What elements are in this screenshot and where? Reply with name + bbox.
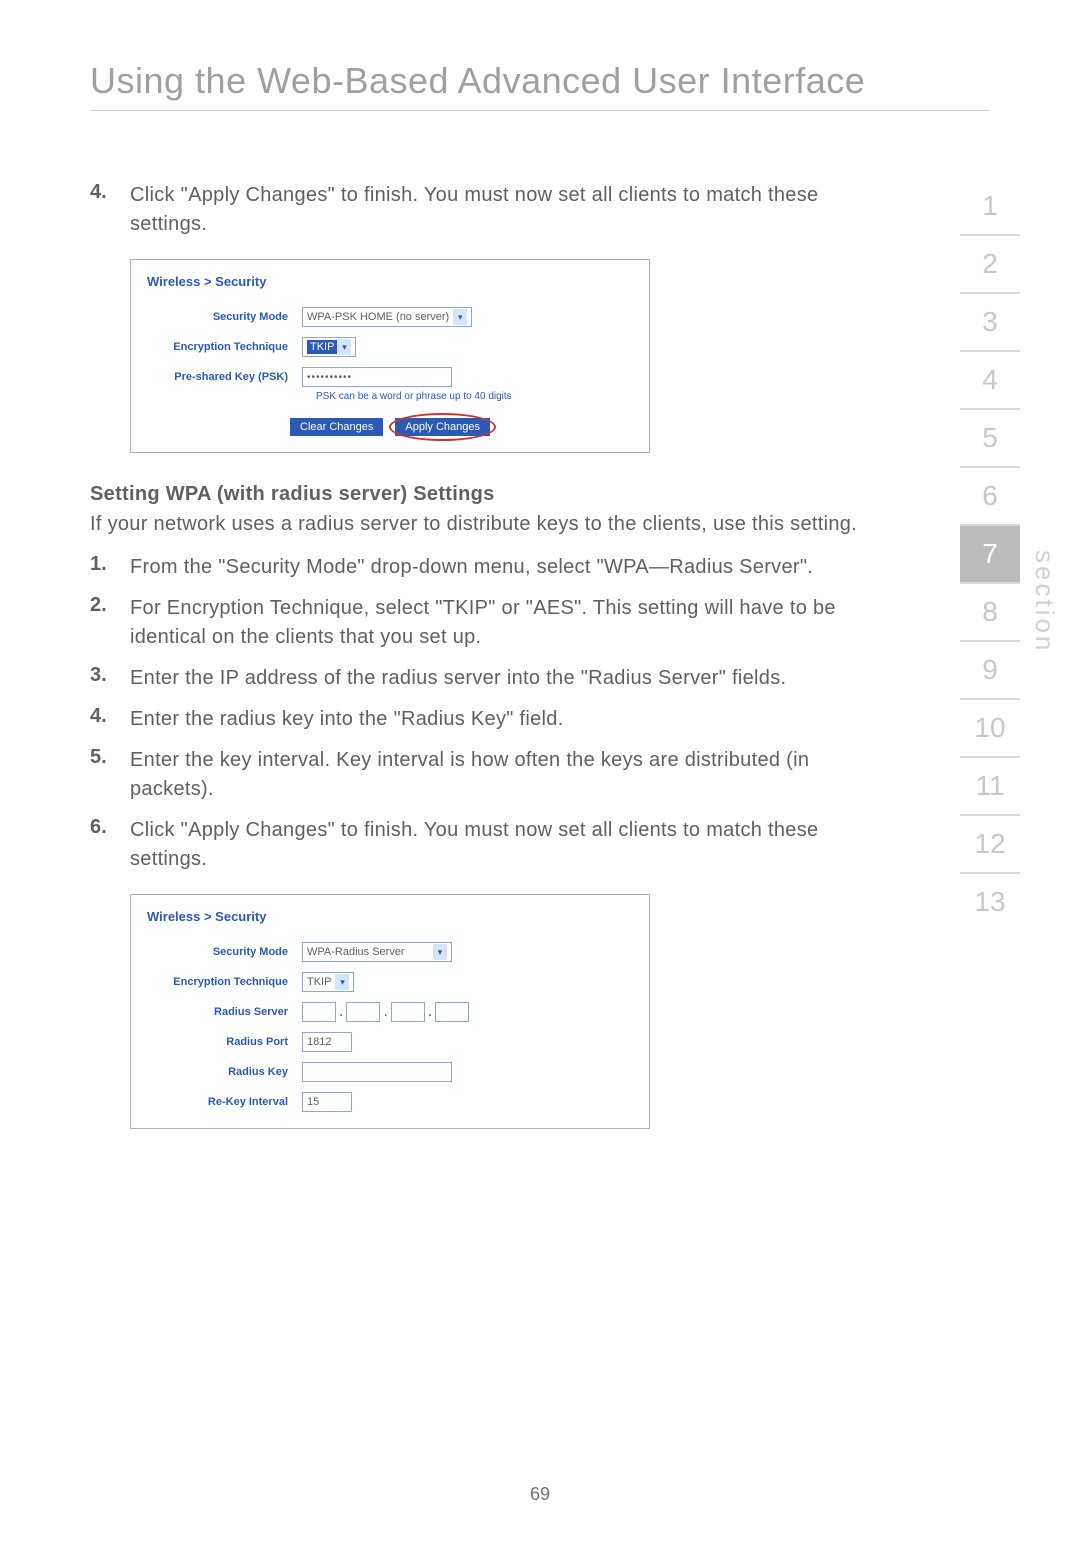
section-nav-6[interactable]: 6 [960, 468, 1020, 526]
section-nav-4[interactable]: 4 [960, 352, 1020, 410]
clear-changes-button[interactable]: Clear Changes [290, 418, 383, 436]
psk-masked-value: •••••••••• [307, 372, 352, 383]
step-1: 1. From the "Security Mode" drop-down me… [90, 553, 880, 582]
row-security-mode: Security Mode WPA-PSK HOME (no server) ▾ [147, 307, 633, 327]
radius-server-octet-3[interactable] [391, 1002, 425, 1022]
step-text: Enter the key interval. Key interval is … [130, 746, 880, 804]
row-rekey-interval: Re-Key Interval 15 [147, 1092, 633, 1112]
select-value: TKIP [307, 976, 335, 988]
security-mode-label: Security Mode [147, 311, 302, 323]
section-nav-10[interactable]: 10 [960, 700, 1020, 758]
radius-port-value: 1812 [307, 1036, 331, 1048]
section-nav-3[interactable]: 3 [960, 294, 1020, 352]
chevron-down-icon: ▾ [453, 309, 467, 325]
row-encryption: Encryption Technique TKIP ▾ [147, 337, 633, 357]
step-text: For Encryption Technique, select "TKIP" … [130, 594, 880, 652]
step-number: 4. [90, 181, 130, 239]
row-encryption: Encryption Technique TKIP ▾ [147, 972, 633, 992]
radius-key-label: Radius Key [147, 1066, 302, 1078]
chevron-down-icon: ▾ [433, 944, 447, 960]
section-nav-13[interactable]: 13 [960, 874, 1020, 930]
step-text: Click "Apply Changes" to finish. You mus… [130, 816, 880, 874]
step-text: From the "Security Mode" drop-down menu,… [130, 553, 813, 582]
step-number: 3. [90, 664, 130, 693]
section-nav: 1 2 3 4 5 6 7 8 9 10 11 12 13 [960, 178, 1020, 930]
section-nav-7[interactable]: 7 [960, 526, 1020, 584]
encryption-label: Encryption Technique [147, 976, 302, 988]
subheading-wpa-radius: Setting WPA (with radius server) Setting… [90, 483, 880, 506]
radius-port-input[interactable]: 1812 [302, 1032, 352, 1052]
screenshot-wpa-psk: Wireless > Security Security Mode WPA-PS… [130, 259, 650, 453]
step-text: Enter the radius key into the "Radius Ke… [130, 705, 564, 734]
section-nav-9[interactable]: 9 [960, 642, 1020, 700]
dot-separator: . [383, 1003, 387, 1021]
step-number: 6. [90, 816, 130, 874]
step-text: Enter the IP address of the radius serve… [130, 664, 786, 693]
dot-separator: . [339, 1003, 343, 1021]
step-2: 2. For Encryption Technique, select "TKI… [90, 594, 880, 652]
psk-input[interactable]: •••••••••• [302, 367, 452, 387]
rekey-interval-input[interactable]: 15 [302, 1092, 352, 1112]
section-nav-2[interactable]: 2 [960, 236, 1020, 294]
row-radius-port: Radius Port 1812 [147, 1032, 633, 1052]
radius-server-octet-1[interactable] [302, 1002, 336, 1022]
row-radius-server: Radius Server . . . [147, 1002, 633, 1022]
section-nav-11[interactable]: 11 [960, 758, 1020, 816]
security-mode-select[interactable]: WPA-Radius Server ▾ [302, 942, 452, 962]
screenshot-wpa-radius: Wireless > Security Security Mode WPA-Ra… [130, 894, 650, 1129]
select-value: WPA-Radius Server [307, 946, 409, 958]
step-number: 2. [90, 594, 130, 652]
row-psk: Pre-shared Key (PSK) •••••••••• [147, 367, 633, 387]
row-security-mode: Security Mode WPA-Radius Server ▾ [147, 942, 633, 962]
psk-label: Pre-shared Key (PSK) [147, 371, 302, 383]
dot-separator: . [428, 1003, 432, 1021]
section-nav-8[interactable]: 8 [960, 584, 1020, 642]
section-nav-5[interactable]: 5 [960, 410, 1020, 468]
section-label: section [1029, 550, 1060, 653]
page-title: Using the Web-Based Advanced User Interf… [90, 60, 990, 111]
step-4: 4. Enter the radius key into the "Radius… [90, 705, 880, 734]
radius-port-label: Radius Port [147, 1036, 302, 1048]
step-number: 1. [90, 553, 130, 582]
radius-server-octet-4[interactable] [435, 1002, 469, 1022]
radius-server-octet-2[interactable] [346, 1002, 380, 1022]
step-number: 5. [90, 746, 130, 804]
security-mode-label: Security Mode [147, 946, 302, 958]
radius-server-label: Radius Server [147, 1006, 302, 1018]
select-value: TKIP [307, 340, 337, 354]
rekey-interval-label: Re-Key Interval [147, 1096, 302, 1108]
select-value: WPA-PSK HOME (no server) [307, 311, 453, 323]
document-page: Using the Web-Based Advanced User Interf… [0, 0, 1080, 1541]
step-6: 6. Click "Apply Changes" to finish. You … [90, 816, 880, 874]
row-radius-key: Radius Key [147, 1062, 633, 1082]
step-3: 3. Enter the IP address of the radius se… [90, 664, 880, 693]
top-step-4: 4. Click "Apply Changes" to finish. You … [90, 181, 880, 239]
encryption-select[interactable]: TKIP ▾ [302, 972, 354, 992]
chevron-down-icon: ▾ [335, 974, 349, 990]
breadcrumb: Wireless > Security [147, 274, 633, 289]
chevron-down-icon: ▾ [337, 339, 351, 355]
step-5: 5. Enter the key interval. Key interval … [90, 746, 880, 804]
step-text: Click "Apply Changes" to finish. You mus… [130, 181, 880, 239]
encryption-label: Encryption Technique [147, 341, 302, 353]
encryption-select[interactable]: TKIP ▾ [302, 337, 356, 357]
security-mode-select[interactable]: WPA-PSK HOME (no server) ▾ [302, 307, 472, 327]
radius-key-input[interactable] [302, 1062, 452, 1082]
content-area: 4. Click "Apply Changes" to finish. You … [90, 181, 990, 1129]
page-number: 69 [0, 1484, 1080, 1505]
psk-hint: PSK can be a word or phrase up to 40 dig… [316, 391, 633, 402]
button-row: Clear Changes Apply Changes [147, 418, 633, 436]
apply-changes-button[interactable]: Apply Changes [395, 418, 490, 436]
sub-paragraph: If your network uses a radius server to … [90, 510, 880, 539]
step-number: 4. [90, 705, 130, 734]
section-nav-1[interactable]: 1 [960, 178, 1020, 236]
breadcrumb: Wireless > Security [147, 909, 633, 924]
rekey-interval-value: 15 [307, 1096, 319, 1108]
section-nav-12[interactable]: 12 [960, 816, 1020, 874]
